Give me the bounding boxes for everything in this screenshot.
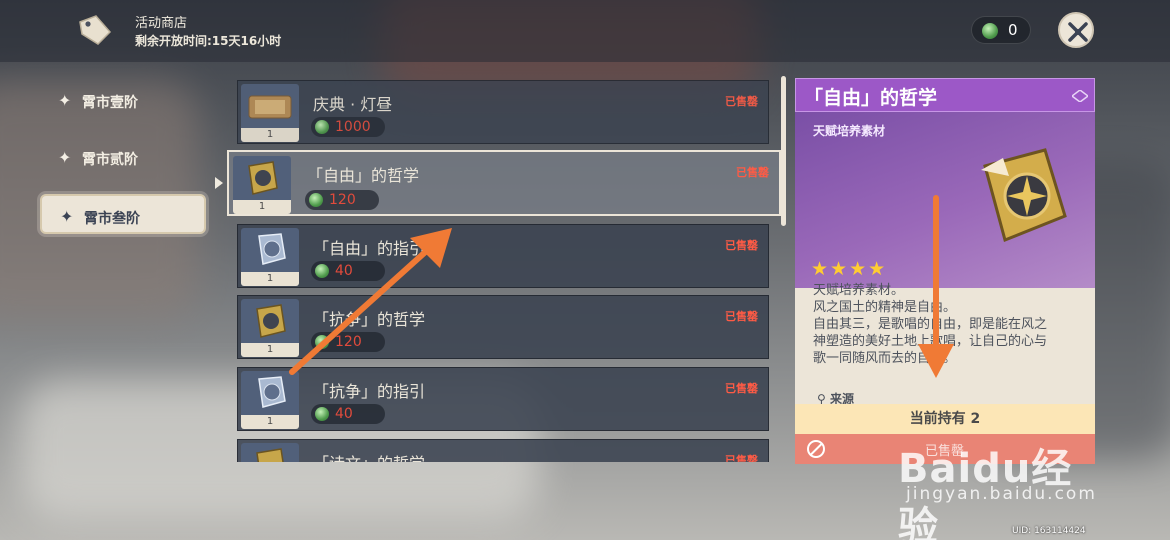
item-price: 120 xyxy=(311,332,385,352)
sold-out-label: 已售罄 xyxy=(725,95,758,108)
sparkle-icon: ✦ xyxy=(58,91,72,110)
item-thumbnail: 1 xyxy=(241,228,299,286)
tab-tier-3[interactable]: ✦ 霄市叁阶 xyxy=(40,194,206,234)
list-item[interactable]: 1 「抗争」的哲学 120 已售罄 xyxy=(237,295,769,359)
desc-line: 神塑造的美好土地上歌唱，让自己的心与 xyxy=(813,334,1048,349)
close-button[interactable] xyxy=(1058,12,1094,48)
detail-category: 天赋培养素材 xyxy=(813,124,886,138)
item-quantity: 1 xyxy=(241,272,299,286)
prohibited-icon xyxy=(807,440,825,458)
owned-count: 当前持有 2 xyxy=(795,404,1095,434)
detail-header: 「自由」的哲学 xyxy=(795,78,1095,112)
desc-line: 自由其三，是歌唱的自由，即是能在风之 xyxy=(813,317,1048,332)
currency-count: 0 xyxy=(1008,21,1018,39)
tab-tier-2[interactable]: ✦ 霄市贰阶 xyxy=(40,137,206,177)
detail-hero: 天赋培养素材 ★★★★ xyxy=(795,112,1095,288)
remaining-time: 剩余开放时间:15天16小时 xyxy=(135,34,282,48)
price-value: 120 xyxy=(335,334,362,350)
price-value: 40 xyxy=(335,406,353,422)
player-uid: UID: 163114424 xyxy=(1012,526,1086,536)
desc-line: 风之国土的精神是自由。 xyxy=(813,300,957,315)
guide-book-icon xyxy=(258,233,286,265)
festival-coin-icon xyxy=(315,335,329,349)
item-quantity: 1 xyxy=(233,200,291,214)
lantern-card-icon xyxy=(248,95,292,119)
festival-coin-icon xyxy=(309,193,323,207)
list-item-selected[interactable]: 1 「自由」的哲学 120 已售罄 xyxy=(227,150,781,216)
item-price: 1000 xyxy=(311,117,385,137)
festival-coin-icon xyxy=(982,23,998,39)
detail-title: 「自由」的哲学 xyxy=(804,87,938,109)
philosophy-book-icon xyxy=(256,448,284,462)
item-quantity: 1 xyxy=(241,343,299,357)
close-icon xyxy=(1068,22,1088,42)
watermark-url: jingyan.baidu.com xyxy=(906,484,1097,504)
item-name: 「抗争」的指引 xyxy=(313,382,426,401)
rarity-stars: ★★★★ xyxy=(811,258,888,280)
shop-title: 活动商店 xyxy=(135,16,188,31)
item-thumbnail: 1 xyxy=(241,371,299,429)
festival-coin-icon xyxy=(315,120,329,134)
sold-out-label: 已售罄 xyxy=(736,166,769,179)
philosophy-book-icon xyxy=(965,136,1085,256)
item-quantity: 1 xyxy=(241,415,299,429)
tab-tier-1[interactable]: ✦ 霄市壹阶 xyxy=(40,80,206,120)
item-name: 「自由」的指引 xyxy=(313,239,426,258)
list-item[interactable]: 1 「自由」的指引 40 已售罄 xyxy=(237,224,769,288)
item-name: 「抗争」的哲学 xyxy=(313,310,426,329)
item-price: 40 xyxy=(311,404,385,424)
item-thumbnail: 1 xyxy=(241,299,299,357)
detail-description: 天赋培养素材。 风之国土的精神是自由。 自由其三，是歌唱的自由，即是能在风之 神… xyxy=(813,282,1085,367)
price-value: 120 xyxy=(329,192,356,208)
item-thumbnail xyxy=(241,443,299,462)
price-value: 40 xyxy=(335,263,353,279)
philosophy-book-icon xyxy=(256,304,286,338)
currency-counter: 0 xyxy=(971,16,1031,44)
baidu-watermark: Baidu经验 jingyan.baidu.com xyxy=(898,436,1108,540)
sparkle-icon: ✦ xyxy=(60,207,74,226)
item-detail-panel: 「自由」的哲学 天赋培养素材 ★★★★ 天赋培养素材。 风之国土的精神是自由。 … xyxy=(795,78,1095,464)
selection-pointer-icon xyxy=(215,177,223,189)
item-list[interactable]: 1 庆典 · 灯昼 1000 已售罄 1 「自由」的指引 40 已售罄 1 「抗… xyxy=(237,78,771,462)
sparkle-icon: ✦ xyxy=(58,148,72,167)
item-thumbnail: 1 xyxy=(241,84,299,142)
desc-line: 歌一同随风而去的自由。 xyxy=(813,351,957,366)
guide-book-icon xyxy=(258,376,286,408)
list-scrollbar[interactable] xyxy=(781,76,786,226)
sold-out-label: 已售罄 xyxy=(725,454,758,462)
price-value: 1000 xyxy=(335,119,371,135)
item-name: 庆典 · 灯昼 xyxy=(313,95,393,114)
list-item[interactable]: 1 庆典 · 灯昼 1000 已售罄 xyxy=(237,80,769,144)
list-item[interactable]: 「诗文」的哲学 已售罄 xyxy=(237,439,769,462)
festival-coin-icon xyxy=(315,264,329,278)
item-quantity: 1 xyxy=(241,128,299,142)
festival-coin-icon xyxy=(315,407,329,421)
sold-out-label: 已售罄 xyxy=(725,382,758,395)
item-price: 40 xyxy=(311,261,385,281)
list-item[interactable]: 1 「抗争」的指引 40 已售罄 xyxy=(237,367,769,431)
ornament-icon xyxy=(1072,90,1088,102)
item-price: 120 xyxy=(305,190,379,210)
item-name: 「自由」的哲学 xyxy=(307,166,420,185)
tab-label: 霄市壹阶 xyxy=(82,95,138,111)
tab-label: 霄市叁阶 xyxy=(84,211,140,227)
item-thumbnail: 1 xyxy=(233,156,291,214)
sold-out-label: 已售罄 xyxy=(725,310,758,323)
tab-label: 霄市贰阶 xyxy=(82,152,138,168)
desc-line: 天赋培养素材。 xyxy=(813,283,905,298)
sold-out-label: 已售罄 xyxy=(725,239,758,252)
philosophy-book-icon xyxy=(248,161,278,195)
shop-tag-icon xyxy=(74,12,114,48)
item-name: 「诗文」的哲学 xyxy=(313,450,425,462)
